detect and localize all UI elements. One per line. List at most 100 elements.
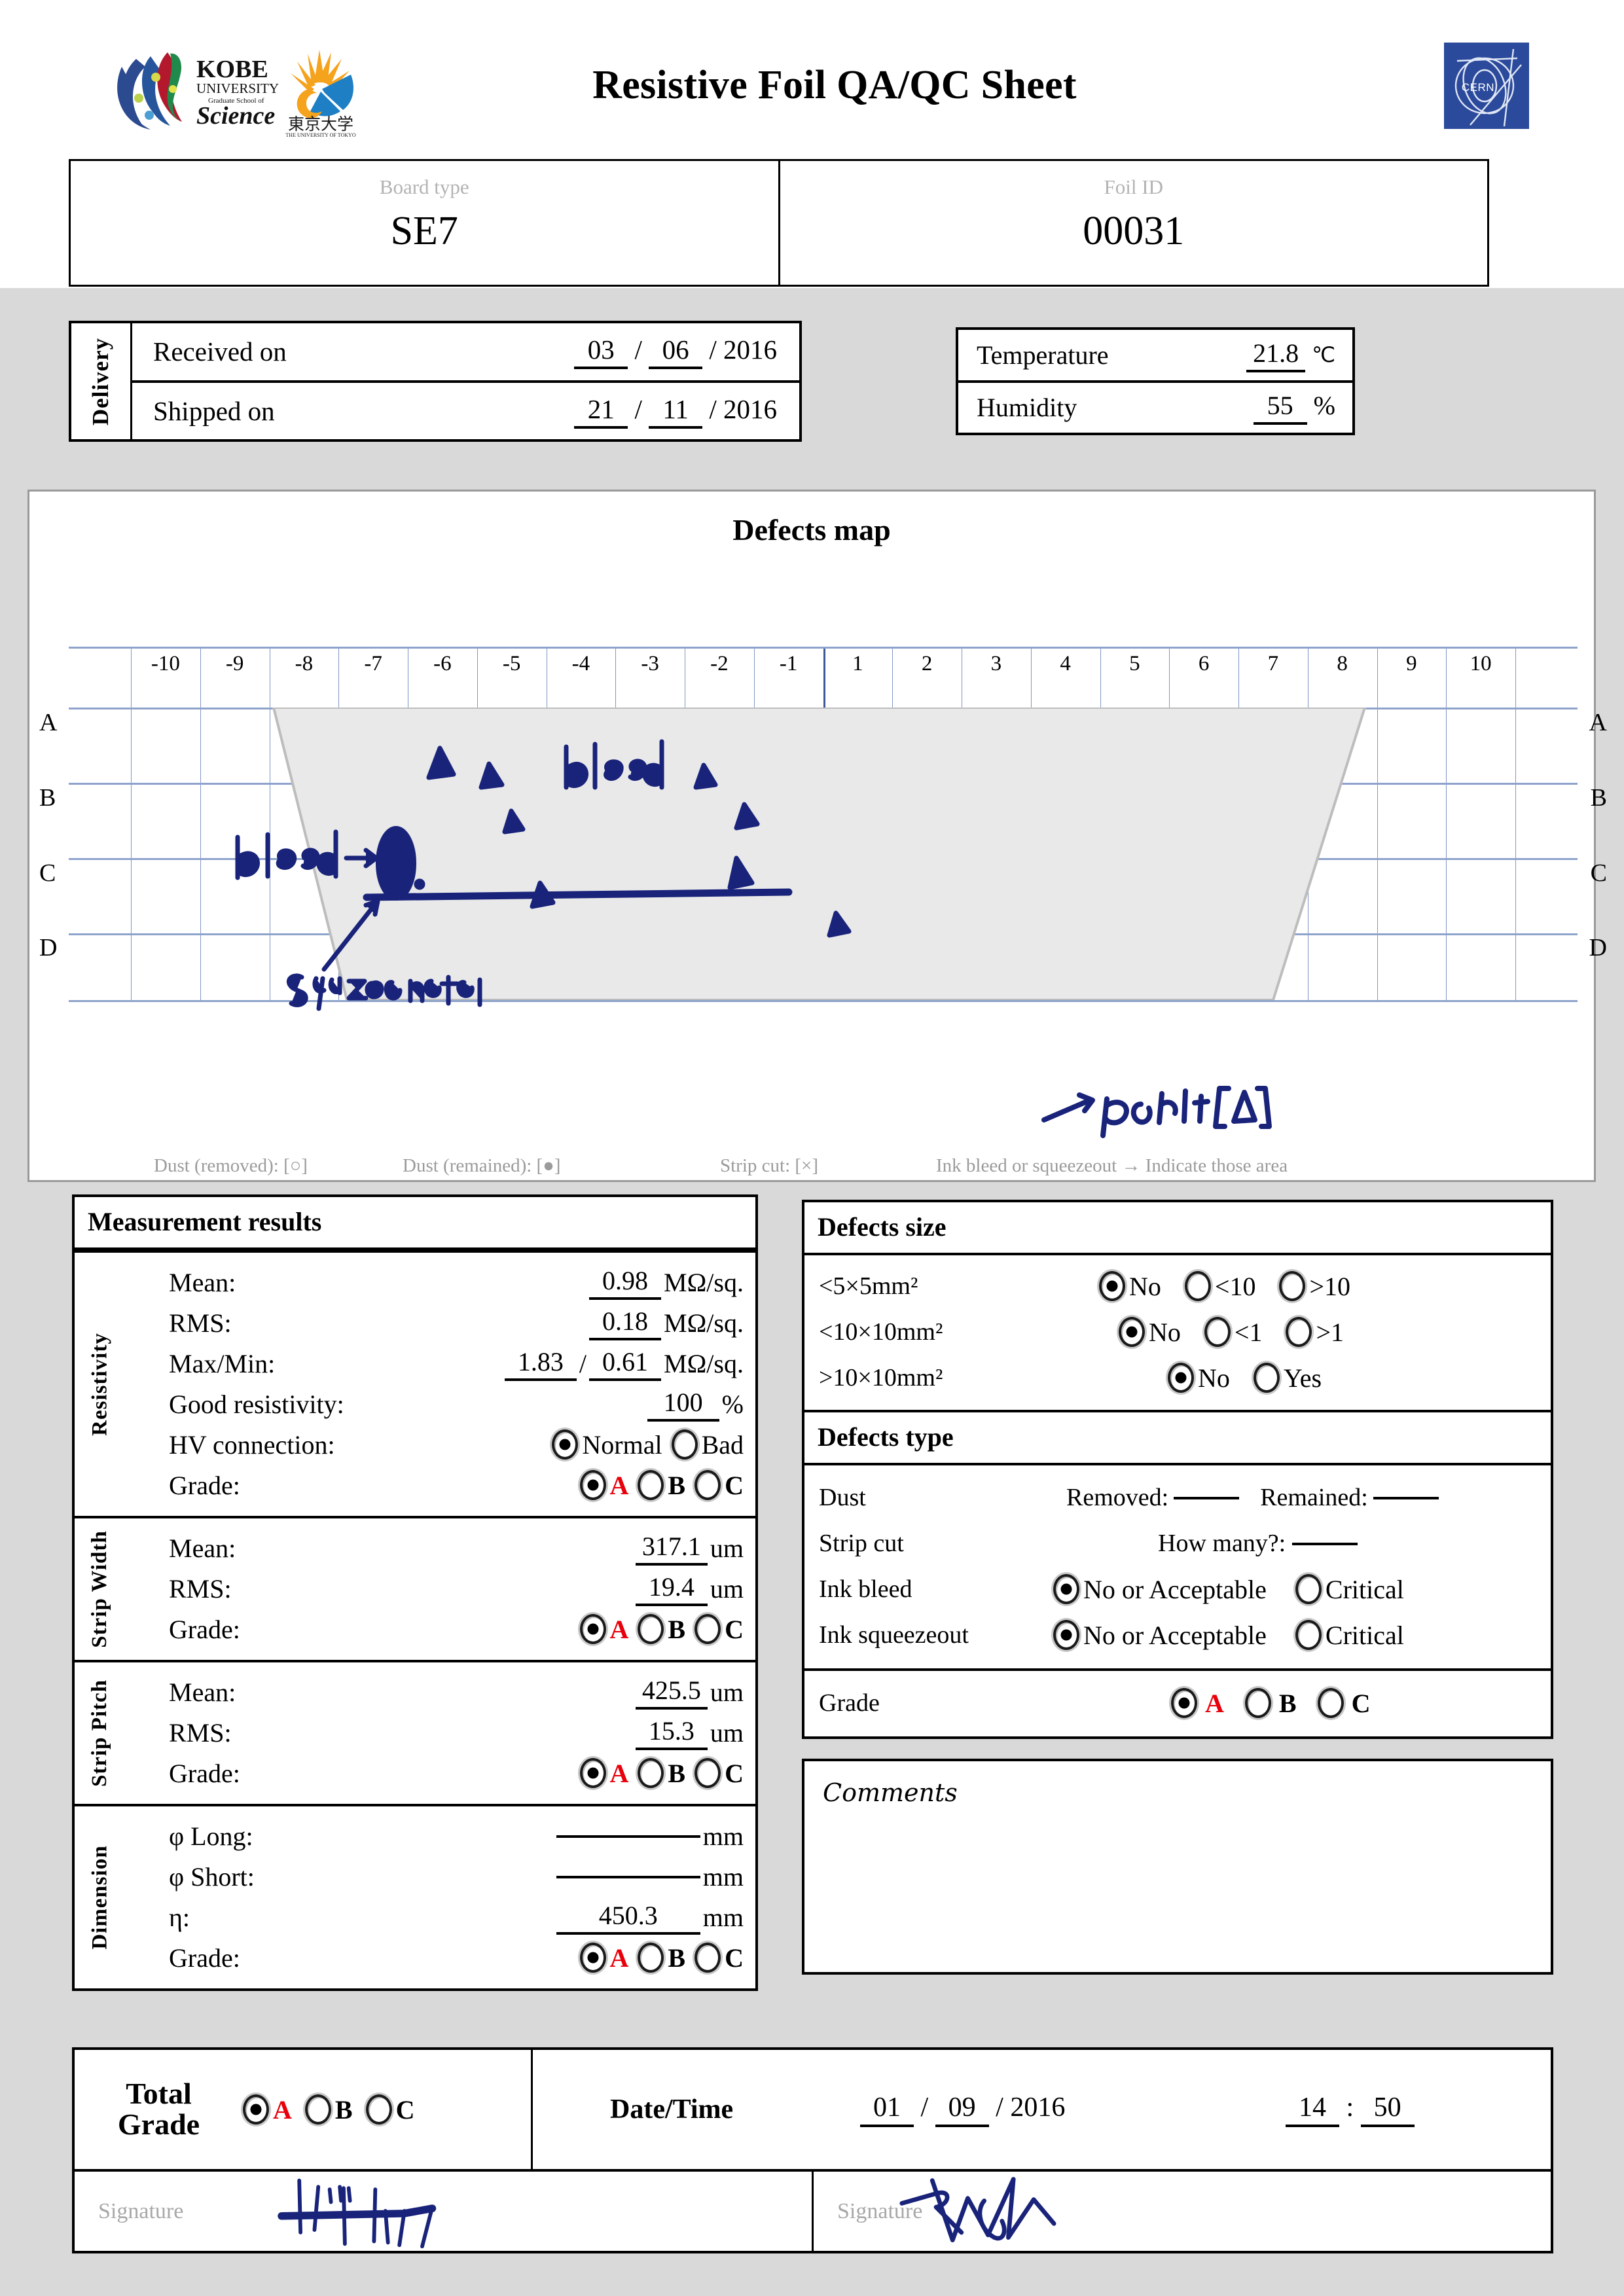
defects-grade-radio-a[interactable] [1171, 1688, 1197, 1718]
datetime-year: 2016 [1010, 2092, 1066, 2123]
grid-column-label: -9 [225, 652, 244, 675]
measurement-results-card: Measurement results Resistivity Mean: 0.… [72, 1194, 758, 1991]
defects-size-5x5-radio-lt10[interactable] [1184, 1271, 1211, 1301]
strip-pitch-rms-value[interactable]: 15.3 [635, 1715, 708, 1750]
resistivity-mean-value[interactable]: 0.98 [589, 1265, 662, 1300]
dimension-eta-row: η: 450.3 mm [126, 1897, 755, 1937]
ink-bleed-acceptable[interactable]: No or Acceptable [1051, 1574, 1267, 1605]
defects-size-10x10-gt1[interactable]: >1 [1283, 1317, 1344, 1348]
strip-width-grade-radio-a[interactable] [579, 1614, 606, 1644]
ink-squeezeout-radio-acceptable[interactable] [1053, 1620, 1079, 1650]
datetime-minute[interactable]: 50 [1360, 2092, 1415, 2127]
resistivity-grade-radio-c[interactable] [695, 1470, 721, 1500]
dimension-grade-radio-a[interactable] [579, 1943, 606, 1973]
total-grade-a[interactable]: A [240, 2094, 292, 2125]
defects-size-gt10x10-yes[interactable]: Yes [1251, 1363, 1322, 1393]
defects-size-gt10x10-radio-no[interactable] [1168, 1363, 1194, 1393]
ink-bleed-radio-acceptable[interactable] [1053, 1574, 1079, 1604]
strip-width-rms-unit: um [710, 1573, 744, 1604]
defects-size-5x5-lt10[interactable]: <10 [1182, 1271, 1255, 1302]
total-grade-radio-a[interactable] [243, 2094, 269, 2125]
strip-pitch-rms-unit: um [710, 1717, 744, 1748]
strip-width-mean-value[interactable]: 317.1 [635, 1531, 708, 1566]
dust-remained-value[interactable] [1373, 1496, 1439, 1499]
defects-size-5x5-gt10[interactable]: >10 [1276, 1271, 1350, 1302]
total-grade-b[interactable]: B [302, 2094, 353, 2125]
dimension-eta-value[interactable]: 450.3 [556, 1900, 700, 1935]
dimension-grade-radio-b[interactable] [638, 1943, 664, 1973]
datetime-time: 14 : 50 [1286, 2092, 1415, 2127]
strip-pitch-grade-a[interactable]: A [577, 1758, 628, 1789]
total-grade-c[interactable]: C [363, 2094, 414, 2125]
defects-size-10x10-radio-gt1[interactable] [1286, 1317, 1312, 1347]
strip-pitch-grade-radio-c[interactable] [695, 1758, 721, 1788]
hv-radio-bad[interactable] [671, 1429, 698, 1460]
received-month[interactable]: 06 [649, 334, 703, 370]
ink-squeezeout-radio-critical[interactable] [1295, 1620, 1322, 1650]
humidity-value[interactable]: 55 [1253, 390, 1307, 425]
shipped-month[interactable]: 11 [649, 393, 703, 429]
strip-pitch-mean-value[interactable]: 425.5 [635, 1675, 708, 1710]
hv-option-bad[interactable]: Bad [669, 1429, 744, 1460]
total-grade-radio-c[interactable] [365, 2094, 392, 2125]
strip-pitch-grade-radio-b[interactable] [638, 1758, 664, 1788]
resistivity-grade-radio-a[interactable] [579, 1470, 606, 1500]
dimension-grade-b[interactable]: B [635, 1943, 685, 1973]
dimension-long-value[interactable] [556, 1834, 700, 1838]
strip-cut-howmany-value[interactable] [1292, 1541, 1358, 1545]
strip-width-grade-radio-c[interactable] [695, 1614, 721, 1644]
resistivity-min-value[interactable]: 0.61 [589, 1346, 662, 1381]
resistivity-grade-c[interactable]: C [692, 1470, 744, 1501]
ink-bleed-label: Ink bleed [819, 1575, 912, 1603]
hv-radio-normal[interactable] [552, 1429, 579, 1460]
dimension-grade-radio-c[interactable] [695, 1943, 721, 1973]
strip-pitch-grade-b[interactable]: B [635, 1758, 685, 1789]
defects-size-gt10x10-radio-yes[interactable] [1253, 1363, 1280, 1393]
strip-width-grade-a[interactable]: A [577, 1614, 628, 1645]
dimension-grade-a[interactable]: A [577, 1943, 628, 1973]
defects-grade-radio-c[interactable] [1317, 1688, 1344, 1718]
comments-box[interactable]: Comments [802, 1759, 1553, 1975]
strip-width-grade-b[interactable]: B [635, 1614, 685, 1645]
good-resistivity-value[interactable]: 100 [647, 1387, 719, 1422]
strip-width-grade-c[interactable]: C [692, 1614, 744, 1645]
datetime-month[interactable]: 09 [935, 2092, 989, 2127]
ink-bleed-radio-critical[interactable] [1295, 1574, 1322, 1604]
datetime-hour[interactable]: 14 [1286, 2092, 1339, 2127]
ink-squeezeout-acceptable[interactable]: No or Acceptable [1051, 1620, 1267, 1651]
defects-size-5x5-radio-no[interactable] [1099, 1271, 1125, 1301]
defects-size-10x10-radio-no[interactable] [1119, 1317, 1145, 1347]
defects-size-10x10-radio-lt1[interactable] [1204, 1317, 1231, 1347]
defects-size-gt10x10-no[interactable]: No [1165, 1363, 1230, 1393]
resistivity-grade-radio-b[interactable] [638, 1470, 664, 1500]
resistivity-grade-a[interactable]: A [577, 1470, 628, 1501]
resistivity-grade-b[interactable]: B [635, 1470, 685, 1501]
defects-grade-radio-b[interactable] [1244, 1688, 1271, 1718]
dust-removed-value[interactable] [1174, 1496, 1240, 1499]
defects-grade-c[interactable]: C [1315, 1688, 1375, 1719]
signature-cell-right[interactable]: Signature [812, 2172, 1551, 2251]
total-grade-radio-b[interactable] [304, 2094, 331, 2125]
signature-cell-left[interactable]: Signature [75, 2172, 812, 2251]
strip-width-grade-radio-b[interactable] [638, 1614, 664, 1644]
defects-grade-a[interactable]: A [1168, 1688, 1228, 1719]
dimension-grade-c[interactable]: C [692, 1943, 744, 1973]
datetime-day[interactable]: 01 [860, 2092, 914, 2127]
defects-size-10x10-no[interactable]: No [1116, 1317, 1181, 1348]
shipped-day[interactable]: 21 [574, 393, 628, 429]
received-day[interactable]: 03 [574, 334, 628, 370]
ink-bleed-critical[interactable]: Critical [1293, 1574, 1404, 1605]
defects-size-5x5-radio-gt10[interactable] [1279, 1271, 1306, 1301]
strip-pitch-grade-radio-a[interactable] [579, 1758, 606, 1788]
defects-size-10x10-lt1[interactable]: <1 [1202, 1317, 1262, 1348]
hv-option-normal[interactable]: Normal [549, 1429, 662, 1460]
strip-width-rms-value[interactable]: 19.4 [635, 1571, 708, 1606]
ink-squeezeout-critical[interactable]: Critical [1293, 1620, 1404, 1651]
resistivity-max-value[interactable]: 1.83 [504, 1346, 577, 1381]
dimension-short-value[interactable] [556, 1874, 700, 1878]
temperature-value[interactable]: 21.8 [1246, 338, 1306, 372]
resistivity-rms-value[interactable]: 0.18 [589, 1306, 662, 1340]
defects-size-5x5-no[interactable]: No [1096, 1271, 1161, 1302]
strip-pitch-grade-c[interactable]: C [692, 1758, 744, 1789]
defects-grade-b[interactable]: B [1242, 1688, 1301, 1719]
